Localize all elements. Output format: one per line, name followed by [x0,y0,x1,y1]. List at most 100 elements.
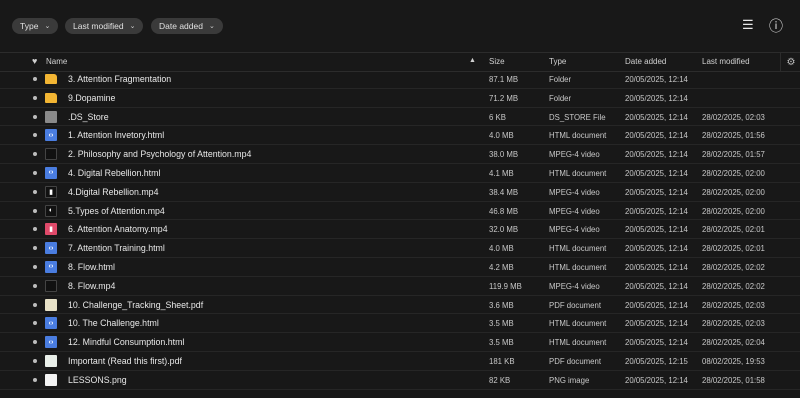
toolbar: Type ⌄ Last modified ⌄ Date added ⌄ ☰ ⓘ [0,0,800,50]
file-last-modified: 28/02/2025, 02:00 [702,187,765,197]
sort-ascending-icon[interactable]: ▲ [469,57,476,64]
file-last-modified: 28/02/2025, 02:01 [702,225,765,235]
file-name[interactable]: LESSONS.png [68,375,127,385]
file-name[interactable]: Important (Read this first).pdf [68,356,182,366]
chevron-down-icon: ⌄ [208,23,215,30]
file-last-modified: 08/02/2025, 19:53 [702,356,765,366]
file-name[interactable]: 8. Flow.mp4 [68,281,115,291]
file-name[interactable]: 2. Philosophy and Psychology of Attentio… [68,149,251,159]
file-type: HTML document [549,262,607,272]
file-type: PNG image [549,375,590,385]
file-row[interactable]: 9.Dopamine 71.2 MB Folder 20/05/2025, 12:14 [0,89,800,108]
file-type: HTML document [549,131,607,141]
filter-chip-last-modified[interactable]: Last modified ⌄ [65,18,144,34]
file-row[interactable]: Important (Read this first).pdf 181 KB PDF… [0,352,800,371]
html-file-icon: ‹› [45,242,57,255]
file-row[interactable]: 8. Flow.mp4 119.9 MB MPEG-4 video 20/05/202… [0,277,800,296]
folder-file-icon [45,92,57,103]
file-row[interactable]: ▮ 6. Attention Anatomy.mp4 32.0 MB MPEG-4 v… [0,220,800,240]
file-row[interactable]: ‹› 8. Flow.html 4.2 MB HTML document 20/05/2… [0,258,800,277]
file-name[interactable]: 9.Dopamine [68,93,115,103]
file-row[interactable]: 10. Challenge_Tracking_Sheet.pdf 3.6 MB PD… [0,296,800,315]
file-row[interactable]: ‹› 12. Mindful Consumption.html 3.5 MB HTML… [0,333,800,352]
bullet-dot [33,264,37,269]
file-last-modified: 28/02/2025, 02:02 [702,281,765,291]
file-name[interactable]: 6. Attention Anatomy.mp4 [68,224,168,234]
folder-file-icon [45,74,57,84]
file-name[interactable]: 1. Attention Invetory.html [68,130,164,140]
file-row[interactable]: 3. Attention Fragmentation 87.1 MB Folder 2… [0,70,800,89]
file-date-added: 20/05/2025, 12:14 [625,168,688,178]
file-name[interactable]: 5.Types of Attention.mp4 [68,206,165,216]
file-size: 6 KB [489,112,506,122]
info-icon[interactable]: ⓘ [769,16,783,36]
png-file-icon [45,373,57,386]
filter-chip-type[interactable]: Type ⌄ [12,18,59,34]
file-size: 3.6 MB [489,300,514,310]
file-last-modified: 28/02/2025, 02:00 [702,168,765,178]
file-name[interactable]: 4.Digital Rebellion.mp4 [68,187,158,197]
file-row[interactable]: LESSONS.png 82 KB PNG image 20/05/2025, 12:… [0,371,800,390]
file-date-added: 20/05/2025, 12:14 [625,375,688,385]
filter-chip-date-added[interactable]: Date added ⌄ [151,18,223,34]
file-type: HTML document [549,338,607,348]
file-size: 119.9 MB [489,281,522,291]
file-name[interactable]: .DS_Store [68,112,109,122]
file-last-modified: 28/02/2025, 01:58 [702,375,765,385]
file-size: 46.8 MB [489,206,519,216]
file-name[interactable]: 10. Challenge_Tracking_Sheet.pdf [68,300,203,310]
file-last-modified: 28/02/2025, 02:03 [702,112,765,122]
list-view-icon[interactable]: ☰ [742,17,754,33]
file-row[interactable]: ▮ 4.Digital Rebellion.mp4 38.4 MB MPEG-4 vi… [0,183,800,202]
file-date-added: 20/05/2025, 12:14 [625,112,688,122]
column-header-last-modified[interactable]: Last modified [702,57,750,66]
file-row[interactable]: 2. Philosophy and Psychology of Attentio… [0,145,800,164]
file-row[interactable]: ‹› 1. Attention Invetory.html 4.0 MB HTML d… [0,126,800,146]
file-type: HTML document [549,319,607,329]
column-header-size[interactable]: Size [489,57,505,66]
file-name[interactable]: 7. Attention Training.html [68,243,165,253]
file-name[interactable]: 3. Attention Fragmentation [68,74,171,84]
file-type: MPEG-4 video [549,150,600,160]
bullet-dot [33,170,37,175]
column-header-type[interactable]: Type [549,57,566,66]
file-type: MPEG-4 video [549,281,600,291]
file-date-added: 20/05/2025, 12:14 [625,244,688,254]
video-file-icon: ◐ [45,204,57,217]
filter-chip-label: Type [20,21,39,31]
file-name[interactable]: 4. Digital Rebellion.html [68,168,160,178]
file-last-modified: 28/02/2025, 02:03 [702,319,765,329]
file-type: MPEG-4 video [549,206,600,216]
anatomy-file-icon: ▮ [45,223,57,236]
file-row[interactable]: ‹› 7. Attention Training.html 4.0 MB HTML d… [0,239,800,258]
bullet-dot [33,77,37,81]
bullet-dot [33,133,37,138]
file-type: Folder [549,75,572,84]
file-size: 3.5 MB [489,319,514,329]
file-date-added: 20/05/2025, 12:15 [625,356,688,366]
favourite-column-icon[interactable]: ♥ [32,56,37,66]
file-row[interactable]: .DS_Store 6 KB DS_STORE File 20/05/2025, 12… [0,108,800,127]
file-name[interactable]: 12. Mindful Consumption.html [68,337,184,347]
column-header-name[interactable]: Name [46,57,67,66]
file-row[interactable]: ‹› 4. Digital Rebellion.html 4.1 MB HTML do… [0,164,800,183]
column-header-date-added[interactable]: Date added [625,57,666,66]
bullet-dot [33,377,37,382]
file-row[interactable]: ◐ 5.Types of Attention.mp4 46.8 MB MPEG-4 v… [0,202,800,221]
file-size: 4.2 MB [489,262,514,272]
bullet-dot [33,302,37,307]
file-date-added: 20/05/2025, 12:14 [625,319,688,329]
bullet-dot [33,227,37,232]
file-name[interactable]: 10. The Challenge.html [68,318,159,328]
file-type: MPEG-4 video [549,225,600,235]
file-list: 3. Attention Fragmentation 87.1 MB Folder 2… [0,70,800,390]
column-settings-button[interactable]: ⚙ [780,53,800,71]
file-size: 3.5 MB [489,338,514,348]
file-date-added: 20/05/2025, 12:14 [625,187,688,197]
file-type: DS_STORE File [549,112,606,122]
file-row[interactable]: ‹› 10. The Challenge.html 3.5 MB HTML docum… [0,314,800,334]
html-file-icon: ‹› [45,129,57,142]
file-name[interactable]: 8. Flow.html [68,262,115,272]
bullet-dot [33,340,37,345]
file-last-modified: 28/02/2025, 02:00 [702,206,765,216]
